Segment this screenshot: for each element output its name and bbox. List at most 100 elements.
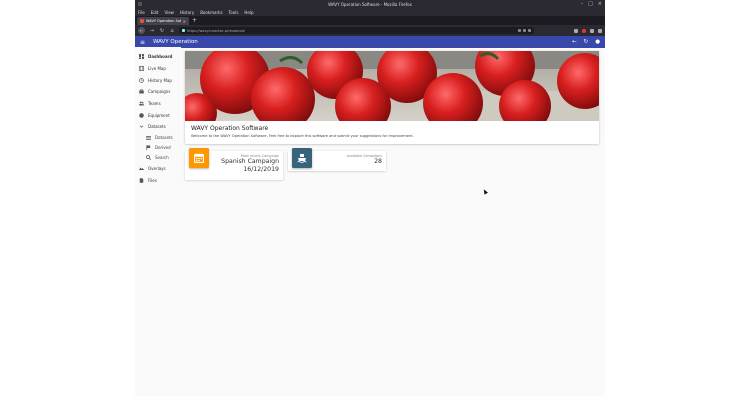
sidebar-item-label: History Map [148,77,172,83]
back-icon[interactable]: ← [138,27,145,34]
appbar-actions: ← ↻ ● [572,39,600,45]
refresh-icon[interactable]: ↻ [584,39,589,45]
sidebar-item-datasets-group[interactable]: Datasets [135,121,181,133]
favicon-icon [140,19,144,23]
tab-close-icon[interactable]: × [183,19,186,24]
app-menu-icon[interactable] [138,2,142,6]
menu-tools[interactable]: Tools [229,10,239,15]
history-icon [139,77,144,83]
chevron-down-icon [139,124,144,129]
available-campaigns-card[interactable]: Available Campaigns 28 [288,148,386,171]
sidebar-item-label: Overlays [148,166,166,172]
sidebar-item-label: Dashboard [148,54,173,60]
menu-icon[interactable]: ≡ [140,39,150,46]
calendar-icon [189,148,209,168]
dashboard-icon [139,54,144,60]
recent-campaign-card[interactable]: Most recent Campaign Spanish Campaign 16… [185,148,283,180]
sidebar-item-equipment[interactable]: Equipment [135,109,181,121]
forward-icon[interactable]: → [149,28,155,34]
desktop: WAVY Operation Software - Mozilla Firefo… [0,0,740,400]
window-controls: – □ × [581,1,602,8]
browser-tabbar: WAVY Operation Software × + [135,16,605,25]
map-icon [139,66,144,71]
welcome-text: Welcome to the WAVY Operation Software. … [191,134,414,138]
stats-row: Most recent Campaign Spanish Campaign 16… [185,148,599,180]
browser-navbar: ← → ↻ ⌂ https://wavy.inesctec.pt/example [135,25,605,36]
url-bar[interactable]: https://wavy.inesctec.pt/example [179,27,534,34]
back-arrow-icon[interactable]: ← [572,39,577,45]
ship-icon [292,148,312,168]
menu-view[interactable]: View [164,10,174,15]
new-tab-icon[interactable]: + [192,17,197,25]
flag-icon [146,145,151,151]
sidebar-item-label: Equipment [148,112,170,118]
briefcase-icon [139,89,144,94]
welcome-card: WAVY Operation Software Welcome to the W… [185,51,599,144]
hero-image [185,51,599,121]
menu-history[interactable]: History [180,10,194,15]
sidebar-item-overlays[interactable]: Overlays [135,163,181,175]
sidebar-item-live-map[interactable]: Live Map [135,63,181,75]
home-icon[interactable]: ⌂ [169,28,175,34]
sidebar-item-label: Datasets [155,135,173,141]
layers-icon [139,166,144,171]
stat-value: Spanish Campaign [221,158,279,165]
url-actions [518,29,531,32]
file-icon [139,178,144,183]
app-content: Dashboard Live Map History Map Campaigns… [135,47,605,396]
menu-bookmarks[interactable]: Bookmarks [200,10,222,15]
sidebar-item-history-map[interactable]: History Map [135,74,181,86]
hamburger-menu-icon[interactable] [598,28,602,33]
stat-date: 16/12/2019 [243,166,279,173]
app-title: WAVY Operation [153,39,198,45]
reload-icon[interactable]: ↻ [159,28,165,34]
sidebar-item-label: Files [148,177,157,183]
account-icon[interactable]: ● [595,39,600,45]
available-campaigns-text: Available Campaigns 28 [347,154,382,166]
sidebar: Dashboard Live Map History Map Campaigns… [135,47,181,396]
url-text[interactable]: https://wavy.inesctec.pt/example [187,29,516,33]
browser-menubar: File Edit View History Bookmarks Tools H… [135,9,605,16]
equipment-icon [139,113,144,118]
search-icon [146,155,151,161]
sidebar-item-datasets[interactable]: Datasets [135,133,181,143]
window-titlebar: WAVY Operation Software - Mozilla Firefo… [135,0,605,9]
sidebar-item-files[interactable]: Files [135,175,181,187]
window-title: WAVY Operation Software - Mozilla Firefo… [328,2,412,7]
sidebar-item-label: Derived [155,145,171,151]
sidebar-item-teams[interactable]: Teams [135,98,181,110]
lock-icon [182,29,185,32]
stat-value: 28 [374,158,382,165]
sidebar-item-label: Live Map [148,66,166,72]
bookmark-icon[interactable] [523,29,526,32]
reader-icon[interactable] [528,29,531,32]
sidebar-item-search[interactable]: Search [135,153,181,163]
download-icon[interactable] [574,28,578,33]
close-icon[interactable]: × [598,1,602,8]
sidebar-item-label: Teams [148,101,161,107]
browser-tab[interactable]: WAVY Operation Software × [137,17,189,25]
toolbar-icons [574,28,602,33]
menu-edit[interactable]: Edit [151,10,159,15]
extension-icon[interactable] [582,28,586,33]
library-icon[interactable] [590,28,594,33]
welcome-title: WAVY Operation Software [191,125,269,132]
tab-title: WAVY Operation Software [146,19,181,23]
welcome-body: WAVY Operation Software Welcome to the W… [185,121,599,144]
sidebar-item-label: Datasets [148,124,166,130]
sidebar-item-label: Search [155,155,169,161]
list-icon [146,135,151,141]
minimize-icon[interactable]: – [581,1,584,8]
page-actions-icon[interactable] [518,29,521,32]
people-icon [139,101,144,106]
browser-window: WAVY Operation Software - Mozilla Firefo… [135,0,605,396]
menu-file[interactable]: File [138,10,145,15]
sidebar-item-dashboard[interactable]: Dashboard [135,51,181,63]
sidebar-item-label: Campaigns [148,89,171,95]
menu-help[interactable]: Help [244,10,253,15]
main-panel: WAVY Operation Software Welcome to the W… [181,47,605,396]
recent-campaign-text: Most recent Campaign Spanish Campaign 16… [221,154,279,174]
sidebar-item-derived[interactable]: Derived [135,143,181,153]
maximize-icon[interactable]: □ [588,1,593,8]
sidebar-item-campaigns[interactable]: Campaigns [135,86,181,98]
